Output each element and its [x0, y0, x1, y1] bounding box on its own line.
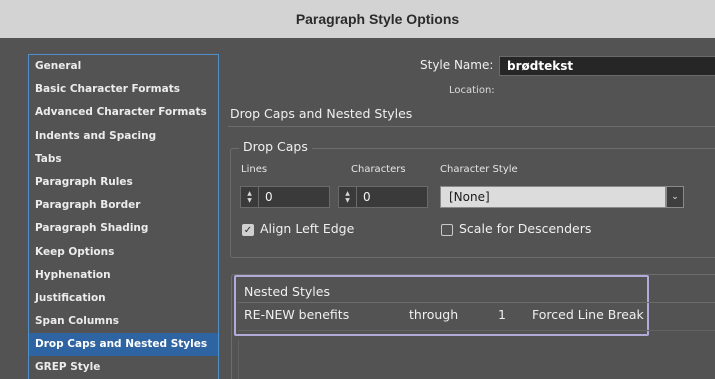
stepper-arrows-icon[interactable]: ▲ ▼: [241, 187, 259, 207]
style-name-label: Style Name:: [420, 58, 494, 72]
nested-style-count[interactable]: 1: [498, 307, 506, 322]
sidebar-item-drop-caps-nested-styles[interactable]: Drop Caps and Nested Styles: [29, 333, 218, 357]
nested-style-name[interactable]: RE-NEW benefits: [244, 307, 349, 322]
sidebar-item-span-columns[interactable]: Span Columns: [29, 310, 218, 333]
section-title: Drop Caps and Nested Styles: [230, 106, 413, 121]
sidebar-item-justification[interactable]: Justification: [29, 287, 218, 310]
sidebar-item-paragraph-border[interactable]: Paragraph Border: [29, 194, 218, 217]
sidebar-item-advanced-character-formats[interactable]: Advanced Character Formats: [29, 101, 218, 124]
lines-value[interactable]: 0: [259, 190, 273, 204]
section-divider: [228, 126, 715, 127]
nested-styles-header-divider: [238, 302, 715, 303]
character-style-label: Character Style: [440, 164, 518, 175]
scale-for-descenders-checkbox[interactable]: [441, 224, 453, 236]
sidebar-item-paragraph-rules[interactable]: Paragraph Rules: [29, 171, 218, 194]
sidebar-item-basic-character-formats[interactable]: Basic Character Formats: [29, 78, 218, 101]
characters-value[interactable]: 0: [357, 190, 371, 204]
characters-label: Characters: [351, 164, 406, 175]
nested-styles-title: Nested Styles: [244, 284, 330, 299]
align-left-edge-checkbox[interactable]: ✓: [242, 224, 254, 236]
location-label: Location:: [449, 85, 495, 96]
lines-label: Lines: [241, 164, 268, 175]
nested-styles-row-divider: [238, 330, 715, 331]
sidebar-item-hyphenation[interactable]: Hyphenation: [29, 264, 218, 287]
sidebar-item-indents-and-spacing[interactable]: Indents and Spacing: [29, 125, 218, 148]
align-left-edge-label[interactable]: Align Left Edge: [260, 221, 354, 236]
sidebar-item-tabs[interactable]: Tabs: [29, 148, 218, 171]
lines-stepper[interactable]: ▲ ▼ 0: [240, 186, 330, 208]
character-style-select[interactable]: [None]: [440, 186, 666, 208]
nested-style-until[interactable]: Forced Line Break: [532, 307, 644, 322]
drop-caps-group-title: Drop Caps: [239, 139, 312, 154]
stepper-arrows-icon[interactable]: ▲ ▼: [339, 187, 357, 207]
nested-styles-list-divider: [238, 340, 239, 379]
sidebar-item-grep-style[interactable]: GREP Style: [29, 356, 218, 379]
sidebar-item-keep-options[interactable]: Keep Options: [29, 241, 218, 264]
chevron-down-icon[interactable]: ⌄: [666, 186, 684, 208]
style-name-input[interactable]: brødtekst: [499, 56, 715, 76]
sidebar-item-general[interactable]: General: [29, 55, 218, 78]
nested-style-mode[interactable]: through: [409, 307, 458, 322]
sidebar-item-paragraph-shading[interactable]: Paragraph Shading: [29, 217, 218, 240]
scale-for-descenders-label[interactable]: Scale for Descenders: [459, 221, 591, 236]
characters-stepper[interactable]: ▲ ▼ 0: [338, 186, 428, 208]
dialog-title: Paragraph Style Options: [295, 11, 460, 27]
category-list[interactable]: General Basic Character Formats Advanced…: [28, 54, 219, 379]
dialog-titlebar: Paragraph Style Options: [0, 0, 715, 38]
